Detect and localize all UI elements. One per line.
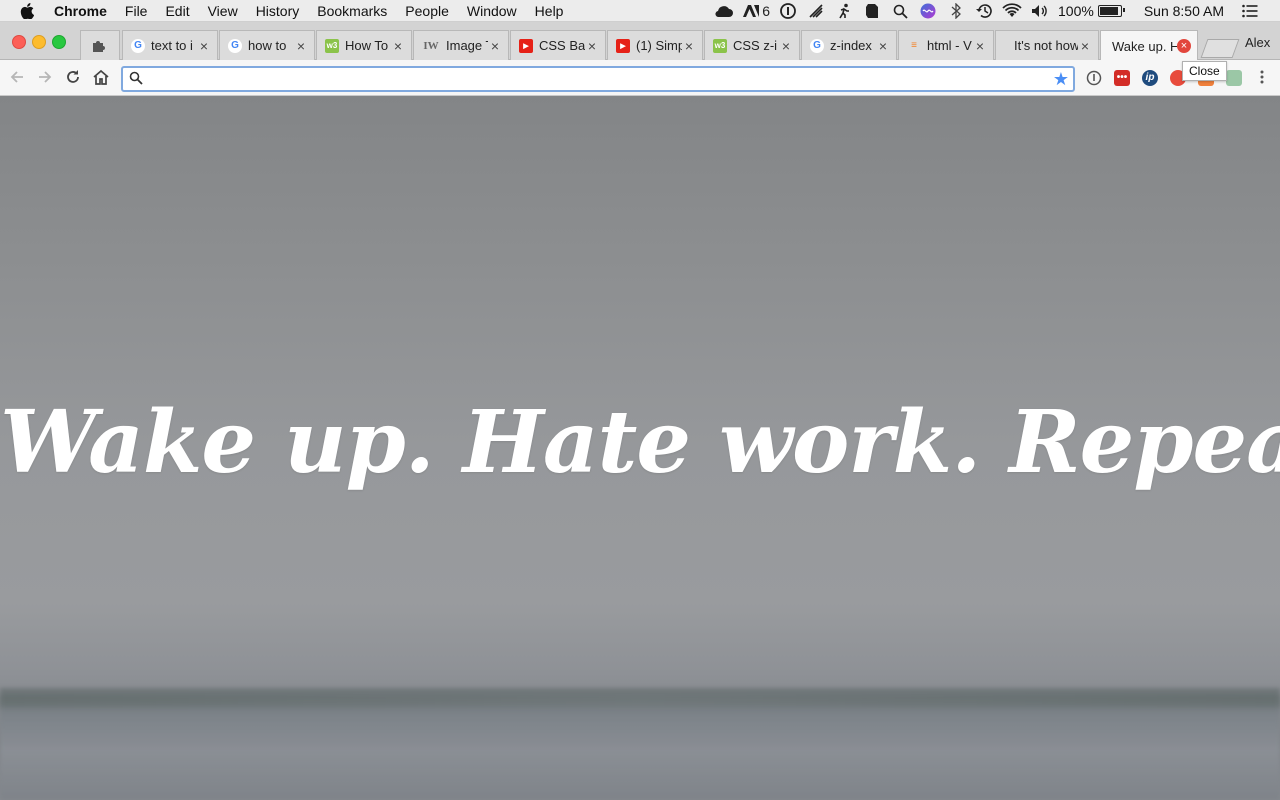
tab-close-icon[interactable]: × [197,38,211,54]
green-extension-icon[interactable] [1226,70,1242,86]
close-tooltip: Close [1182,61,1227,81]
profile-button[interactable]: Alex [1245,35,1270,50]
omnibox-input[interactable] [149,70,1053,90]
adobe-count: 6 [762,3,771,19]
tab-html[interactable]: ≡ html - V × [898,30,994,60]
wifi-icon[interactable] [1002,3,1022,19]
tab-close-icon[interactable]: × [876,38,890,54]
tab-close-icon[interactable]: × [585,38,599,54]
back-arrow-icon[interactable] [8,69,26,87]
menu-history[interactable]: History [256,3,300,19]
new-tab-button[interactable] [1200,39,1240,58]
tab-z-index[interactable]: G z-index × [801,30,897,60]
activity-runner-icon[interactable] [834,3,854,19]
info-extension-icon[interactable] [1086,70,1102,86]
menu-window[interactable]: Window [467,3,517,19]
tab-close-icon[interactable]: × [682,38,696,54]
siri-icon[interactable] [918,3,938,19]
menu-people[interactable]: People [405,3,449,19]
chrome-menu-icon[interactable] [1253,69,1271,87]
tab-title: Wake up. H [1112,38,1177,54]
tab-how-to-w3[interactable]: w3 How To × [316,30,412,60]
w3schools-icon: w3 [325,38,339,53]
tab-text-to[interactable]: G text to i × [122,30,218,60]
window-minimize-button[interactable] [32,35,46,49]
menu-help[interactable]: Help [535,3,564,19]
tab-title: CSS Ba [539,38,585,53]
puzzle-piece-icon [92,39,106,53]
volume-icon[interactable] [1030,3,1050,19]
tab-image-t[interactable]: IW Image T × [413,30,509,60]
status-area: 6 100% Sun 8:50 AM [706,0,1280,22]
tab-how-to[interactable]: G how to × [219,30,315,60]
window-zoom-button[interactable] [52,35,66,49]
menu-file[interactable]: File [125,3,148,19]
spotlight-search-icon[interactable] [890,3,910,19]
tab-close-icon[interactable]: × [779,38,793,54]
ocean-background [0,688,1280,800]
apple-logo-icon[interactable] [20,2,36,19]
reload-icon[interactable] [64,69,82,87]
tab-its-not-how[interactable]: It's not how × [995,30,1099,60]
tab-close-icon[interactable]: × [294,38,308,54]
w3schools-icon: w3 [713,38,727,53]
menubar-clock[interactable]: Sun 8:50 AM [1144,3,1224,19]
tab-css-ba[interactable]: ▶ CSS Ba × [510,30,606,60]
tab-close-icon[interactable]: × [391,38,405,54]
signal-tool-icon[interactable] [806,3,826,19]
youtube-icon: ▶ [616,38,630,53]
ip-extension-icon[interactable]: ip [1142,70,1158,86]
iw-icon: IW [423,39,439,52]
tab-close-icon[interactable]: × [973,38,987,54]
tab-title: It's not how [1014,38,1078,53]
menu-app-chrome[interactable]: Chrome [54,3,107,19]
window-close-button[interactable] [12,35,26,49]
tab-close-icon[interactable]: × [1078,38,1092,54]
menu-view[interactable]: View [208,3,238,19]
tab-css-zi[interactable]: w3 CSS z-i × [704,30,800,60]
bluetooth-icon[interactable] [946,3,966,19]
google-icon: G [228,38,242,53]
web-page-content: Wake up. Hate work. Repeat. [0,96,1280,800]
page-headline: Wake up. Hate work. Repeat. [0,392,1280,493]
onepassword-icon[interactable] [778,3,798,19]
notification-center-icon[interactable] [1240,3,1260,19]
tab-strip: G text to i × G how to × w3 How To × IW … [0,22,1280,61]
tab-title: Image T [446,38,488,53]
tab-close-icon[interactable]: × [1177,39,1191,53]
stackoverflow-icon: ≡ [911,40,917,51]
tab-title: z-index [830,38,872,53]
bookmark-star-icon[interactable]: ★ [1053,68,1069,90]
address-bar[interactable]: ★ [121,66,1075,92]
forward-arrow-icon[interactable] [36,69,54,87]
tab-title: How To [345,38,389,53]
tab-title: text to i [151,38,193,53]
tab-title: CSS z-i [733,38,778,53]
menu-edit[interactable]: Edit [165,3,189,19]
home-icon[interactable] [92,69,110,87]
tab-title: how to [248,38,287,53]
creative-cloud-icon[interactable] [714,3,734,19]
tab-title: html - V [927,38,972,53]
browser-toolbar: ★ ••• ip [0,60,1280,96]
menu-bookmarks[interactable]: Bookmarks [317,3,387,19]
tab-title: (1) Simp [636,38,682,53]
time-machine-icon[interactable] [974,3,994,19]
adobe-icon[interactable]: 6 [742,3,770,19]
tab-wake-up-active[interactable]: Wake up. H × [1100,30,1198,61]
youtube-icon: ▶ [519,38,533,53]
battery-percent: 100% [1058,3,1094,19]
battery-icon[interactable] [1097,5,1125,17]
tab-close-icon[interactable]: × [488,38,502,54]
google-icon: G [131,38,145,53]
lastpass-icon[interactable]: ••• [1114,70,1130,86]
tab-pinned-extensions[interactable] [80,30,120,60]
tab-simp[interactable]: ▶ (1) Simp × [607,30,703,60]
search-icon [129,71,143,85]
menu-bar: Chrome File Edit View History Bookmarks … [0,0,1280,22]
google-icon: G [810,38,824,53]
evernote-icon[interactable] [862,3,882,19]
